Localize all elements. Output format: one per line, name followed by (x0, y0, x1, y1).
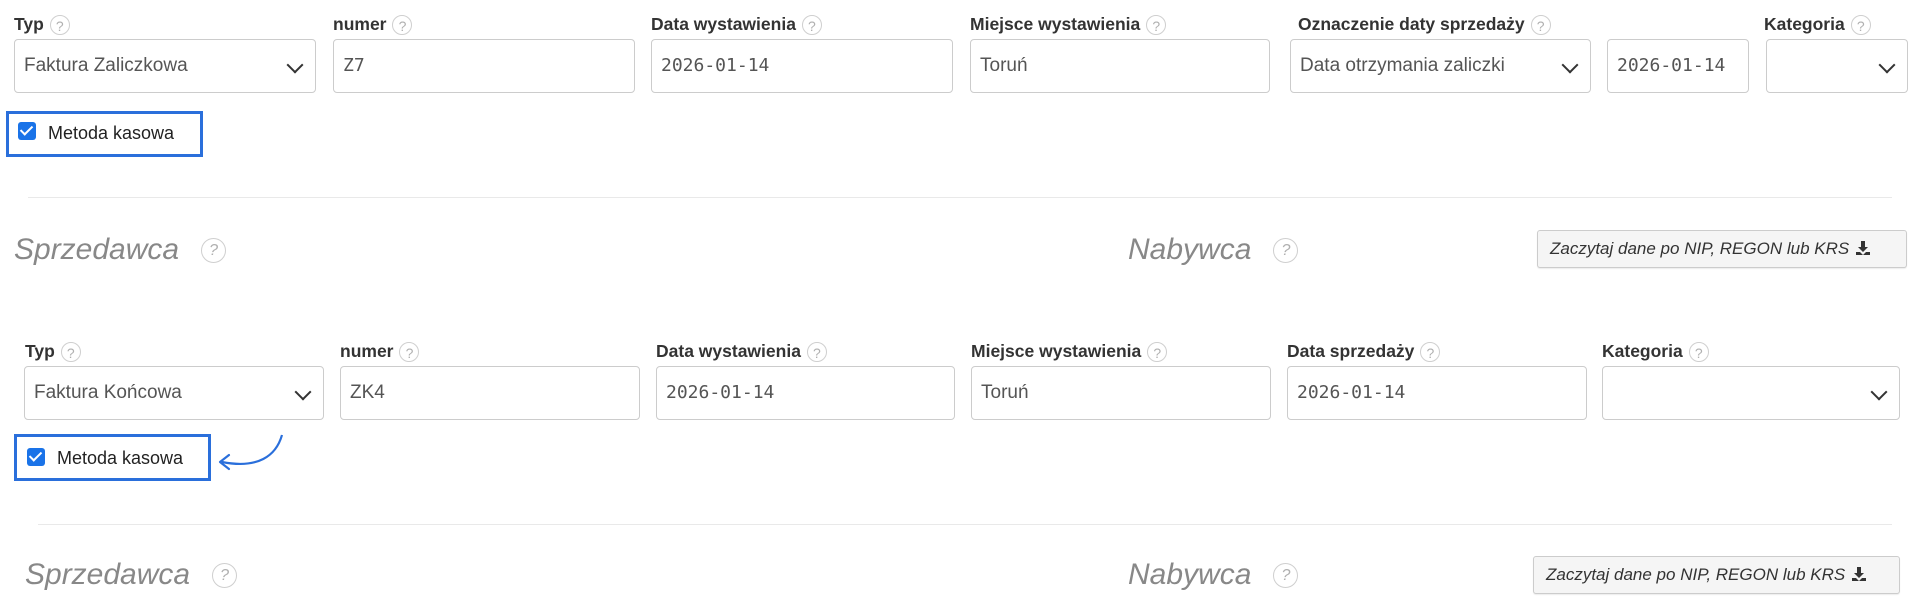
help-icon[interactable]: ? (212, 563, 238, 588)
typ-label: Typ? (25, 340, 81, 363)
typ-label: Typ? (14, 13, 70, 36)
numer-label-text: numer (333, 14, 387, 34)
data-wystawienia-label-text: Data wystawienia (656, 341, 801, 361)
help-icon[interactable]: ? (1530, 15, 1551, 36)
fetch-nip-button[interactable]: Zaczytaj dane po NIP, REGON lub KRS (1533, 556, 1900, 594)
kategoria-select[interactable] (1766, 39, 1908, 93)
help-icon[interactable]: ? (1688, 342, 1709, 363)
kategoria-label: Kategoria? (1602, 340, 1709, 363)
metoda-kasowa-label[interactable]: Metoda kasowa (48, 122, 174, 144)
oznaczenie-daty-select[interactable]: Data otrzymania zaliczki (1290, 39, 1591, 93)
download-icon (1856, 241, 1871, 256)
numer-label-text: numer (340, 341, 394, 361)
typ-label-text: Typ (25, 341, 55, 361)
typ-select[interactable]: Faktura Zaliczkowa (14, 39, 316, 93)
miejsce-wystawienia-label: Miejsce wystawienia? (970, 13, 1167, 36)
miejsce-wystawienia-input[interactable]: Toruń (970, 39, 1270, 93)
kategoria-label-text: Kategoria (1602, 341, 1683, 361)
data-wystawienia-label: Data wystawienia? (656, 340, 827, 363)
data-wystawienia-input[interactable]: 2026-01-14 (656, 366, 955, 420)
oznaczenie-daty-label: Oznaczenie daty sprzedaży? (1298, 13, 1551, 36)
chevron-down-icon (294, 383, 312, 401)
typ-select-value: Faktura Końcowa (34, 382, 182, 403)
nabywca-heading-text: Nabywca (1128, 233, 1252, 266)
help-icon[interactable]: ? (1146, 15, 1167, 36)
numer-input[interactable]: ZK4 (340, 366, 640, 420)
chevron-down-icon (286, 56, 304, 74)
sprzedawca-heading: Sprzedawca? (25, 557, 238, 593)
data-sprzedazy-label-text: Data sprzedaży (1287, 341, 1415, 361)
kategoria-label-text: Kategoria (1764, 14, 1845, 34)
download-icon (1852, 567, 1867, 582)
oznaczenie-daty-label-text: Oznaczenie daty sprzedaży (1298, 14, 1525, 34)
metoda-kasowa-checkbox[interactable] (18, 122, 36, 140)
help-icon[interactable]: ? (201, 238, 227, 263)
help-icon[interactable]: ? (806, 342, 827, 363)
help-icon[interactable]: ? (49, 15, 70, 36)
oznaczenie-daty-select-value: Data otrzymania zaliczki (1300, 55, 1505, 76)
data-sprzedazy-input[interactable]: 2026-01-14 (1287, 366, 1587, 420)
metoda-kasowa-highlight: Metoda kasowa (14, 434, 211, 481)
divider (28, 197, 1892, 198)
help-icon[interactable]: ? (1420, 342, 1441, 363)
fetch-nip-button-label: Zaczytaj dane po NIP, REGON lub KRS (1546, 565, 1846, 584)
nabywca-heading: Nabywca? (1128, 232, 1299, 268)
kategoria-label: Kategoria? (1764, 13, 1871, 36)
miejsce-wystawienia-label-text: Miejsce wystawienia (970, 14, 1141, 34)
nabywca-heading: Nabywca? (1128, 557, 1299, 593)
numer-label: numer? (333, 13, 413, 36)
typ-select-value: Faktura Zaliczkowa (24, 55, 188, 76)
sprzedawca-heading-text: Sprzedawca (25, 558, 191, 591)
nabywca-heading-text: Nabywca (1128, 558, 1252, 591)
metoda-kasowa-checkbox[interactable] (27, 448, 45, 466)
help-icon[interactable]: ? (801, 15, 822, 36)
typ-select[interactable]: Faktura Końcowa (24, 366, 324, 420)
sprzedawca-heading-text: Sprzedawca (14, 233, 180, 266)
metoda-kasowa-label[interactable]: Metoda kasowa (57, 447, 183, 469)
numer-label: numer? (340, 340, 420, 363)
sprzedawca-heading: Sprzedawca? (14, 232, 227, 268)
fetch-nip-button-label: Zaczytaj dane po NIP, REGON lub KRS (1550, 239, 1850, 258)
data-sprzedazy-input[interactable]: 2026-01-14 (1607, 39, 1749, 93)
chevron-down-icon (1878, 56, 1896, 74)
miejsce-wystawienia-input[interactable]: Toruń (971, 366, 1271, 420)
data-sprzedazy-label: Data sprzedaży? (1287, 340, 1441, 363)
help-icon[interactable]: ? (60, 342, 81, 363)
miejsce-wystawienia-label: Miejsce wystawienia? (971, 340, 1168, 363)
help-icon[interactable]: ? (1273, 563, 1299, 588)
data-wystawienia-label: Data wystawienia? (651, 13, 822, 36)
help-icon[interactable]: ? (392, 15, 413, 36)
curved-arrow-icon (218, 434, 284, 471)
divider (38, 524, 1892, 525)
data-wystawienia-input[interactable]: 2026-01-14 (651, 39, 953, 93)
data-wystawienia-label-text: Data wystawienia (651, 14, 796, 34)
chevron-down-icon (1870, 383, 1888, 401)
typ-label-text: Typ (14, 14, 44, 34)
help-icon[interactable]: ? (1147, 342, 1168, 363)
miejsce-wystawienia-label-text: Miejsce wystawienia (971, 341, 1142, 361)
help-icon[interactable]: ? (399, 342, 420, 363)
numer-input[interactable]: Z7 (333, 39, 635, 93)
fetch-nip-button[interactable]: Zaczytaj dane po NIP, REGON lub KRS (1537, 230, 1907, 268)
chevron-down-icon (1561, 56, 1579, 74)
help-icon[interactable]: ? (1273, 238, 1299, 263)
kategoria-select[interactable] (1602, 366, 1900, 420)
help-icon[interactable]: ? (1850, 15, 1871, 36)
metoda-kasowa-highlight: Metoda kasowa (6, 111, 203, 157)
